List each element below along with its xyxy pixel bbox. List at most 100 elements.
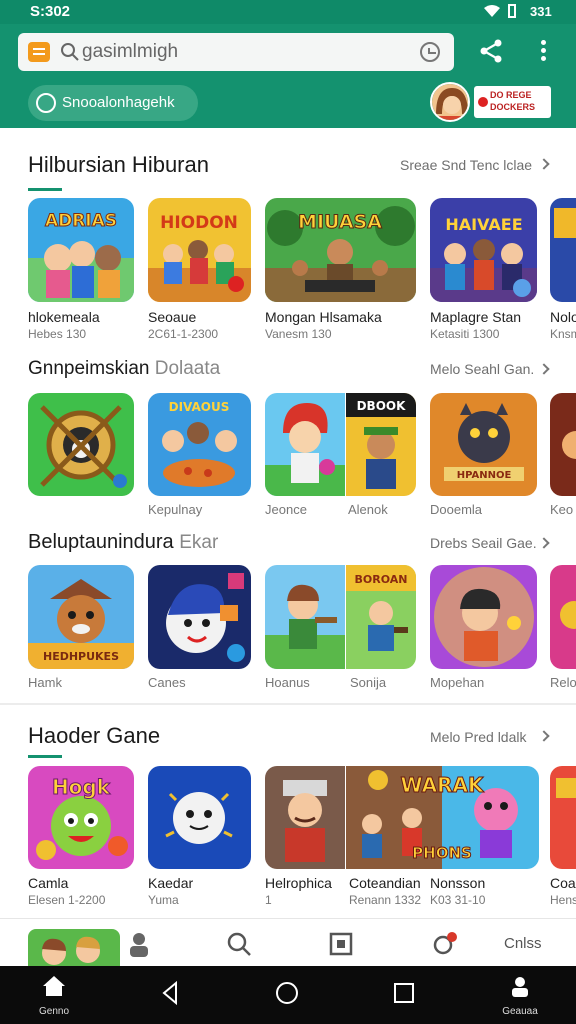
chevron-right-icon[interactable]	[538, 158, 550, 170]
game-name: Keo	[550, 502, 574, 517]
notification-dot	[478, 97, 488, 107]
section-competition: Gnnpeimskian Dolaata Melo Seahl Gan. DIV…	[0, 348, 576, 523]
tile-art-text: BOROAN	[355, 573, 408, 586]
tile-art-text: DIVAOUS	[169, 400, 230, 414]
game-name: Nonsson	[430, 875, 486, 891]
category-chip[interactable]: Snooalonhagehk	[28, 85, 198, 121]
game-tile[interactable]	[550, 565, 576, 669]
game-tile[interactable]: HEDHPUKES	[28, 565, 134, 669]
chevron-right-icon[interactable]	[538, 730, 550, 742]
game-meta: Ketasiti 1300	[430, 327, 500, 341]
tile-art-text: HPANNOE	[457, 470, 512, 481]
game-meta: Renann 1332	[349, 893, 422, 907]
notifications-icon[interactable]	[432, 931, 458, 957]
game-tile[interactable]: HIODON	[148, 198, 251, 302]
status-time: S:302	[30, 3, 71, 20]
game-tile[interactable]	[148, 565, 251, 669]
section-adventure: Beluptaunindura Ekar Drebs Seail Gae. HE…	[0, 523, 576, 703]
nav-back[interactable]	[140, 974, 200, 1018]
section-entertainment: Hilbursian Hiburan Sreae Snd Tenc lclae …	[0, 128, 576, 348]
game-tile[interactable]: HAIVAEE	[430, 198, 537, 302]
game-meta: Elesen 1-2200	[28, 893, 106, 907]
game-name: Kepulnay	[148, 502, 203, 517]
game-tile[interactable]	[148, 766, 251, 869]
section-title: Gnnpeimskian Dolaata	[28, 358, 220, 380]
game-name: Alenok	[348, 502, 388, 517]
featured-thumbnail[interactable]	[28, 929, 120, 967]
game-name: Dooemla	[430, 502, 483, 517]
promo-line-1: DO REGE	[490, 90, 532, 100]
avatar[interactable]	[430, 82, 470, 122]
tile-art-text: DBOOK	[357, 399, 407, 413]
section-underline	[28, 188, 62, 191]
game-name: Camla	[28, 875, 69, 891]
promo-badge[interactable]: DO REGE DOCKERS	[474, 86, 551, 118]
promo-line-2: DOCKERS	[490, 102, 536, 112]
game-name: Mongan Hlsamaka	[265, 309, 382, 325]
overflow-menu-icon[interactable]	[536, 38, 550, 64]
search-icon[interactable]	[226, 931, 252, 957]
tile-art-text: MIUASA	[298, 211, 382, 233]
share-icon[interactable]	[478, 38, 504, 64]
user-icon[interactable]	[126, 931, 152, 957]
game-name: Helrophica	[265, 875, 332, 891]
nav-recents[interactable]	[374, 974, 434, 1018]
chevron-right-icon[interactable]	[538, 363, 550, 375]
circle-home-icon	[276, 982, 298, 1004]
game-name: Maplagre Stan	[430, 309, 522, 325]
tile-art-text: PHONS	[412, 844, 472, 862]
tile-art-text: WARAK	[400, 773, 485, 797]
game-name: Sonija	[350, 675, 387, 690]
game-name: Seoaue	[148, 309, 197, 325]
game-tile[interactable]	[265, 766, 345, 869]
game-tile[interactable]: ADRIAS	[28, 198, 134, 302]
section-title: Hilbursian Hiburan	[28, 152, 209, 177]
section-title-sub: Dolaata	[154, 358, 221, 379]
game-tile[interactable]: MIUASA	[265, 198, 416, 302]
game-name: Nolo	[550, 309, 576, 325]
nav-profile[interactable]: Geauaa	[490, 974, 550, 1018]
game-tile[interactable]	[550, 393, 576, 496]
game-name: Jeonce	[265, 502, 307, 517]
game-tile[interactable]: HPANNOE	[430, 393, 537, 496]
tab-label[interactable]: Cnlss	[504, 935, 542, 952]
tile-art-text: ADRIAS	[45, 211, 117, 231]
see-more-link[interactable]: Melo Seahl Gan.	[430, 361, 534, 377]
chevron-right-icon[interactable]	[538, 537, 550, 549]
section-title-main: Gnnpeimskian	[28, 358, 150, 379]
wifi-icon	[484, 5, 500, 17]
nav-home[interactable]: Genno	[24, 974, 84, 1018]
game-tile[interactable]: Hogk	[28, 766, 134, 869]
library-icon[interactable]	[328, 931, 354, 957]
game-meta: Yuma	[148, 893, 179, 907]
game-name: Hamk	[28, 675, 62, 690]
voice-search-icon[interactable]	[420, 42, 440, 62]
see-more-link[interactable]: Drebs Seail Gae.	[430, 535, 537, 551]
game-tile[interactable]	[430, 565, 537, 669]
search-input[interactable]: gasimlmigh	[82, 41, 178, 63]
system-nav-bar: Genno Geauaa	[0, 966, 576, 1024]
game-tile[interactable]: DBOOK	[346, 393, 416, 496]
game-tile[interactable]	[28, 393, 134, 496]
game-tile[interactable]	[265, 393, 345, 496]
section-underline	[28, 755, 62, 758]
nav-home-button[interactable]	[257, 974, 317, 1018]
chip-icon	[36, 93, 56, 113]
game-tile[interactable]: BOROAN	[346, 565, 416, 669]
game-name: Coteandian	[349, 875, 421, 891]
game-tile[interactable]	[265, 565, 345, 669]
battery-level: 331	[530, 4, 552, 19]
game-tile[interactable]: WARAK PHONS	[346, 766, 539, 869]
game-tile[interactable]: DIVAOUS	[148, 393, 251, 496]
section-popular-games: Haoder Gane Melo Pred ldalk Hogk Camla E…	[0, 705, 576, 917]
see-more-link[interactable]: Melo Pred ldalk	[430, 729, 527, 745]
tile-art-text: HIODON	[160, 213, 238, 233]
game-tile[interactable]	[550, 766, 576, 869]
see-more-link[interactable]: Sreae Snd Tenc lclae	[400, 157, 532, 173]
game-meta: Vanesm 130	[265, 327, 332, 341]
game-meta: 1	[265, 893, 272, 907]
game-tile[interactable]	[550, 198, 576, 302]
battery-icon	[508, 4, 516, 18]
app-menu-icon[interactable]	[28, 42, 50, 62]
search-bar[interactable]: gasimlmigh	[18, 33, 454, 71]
